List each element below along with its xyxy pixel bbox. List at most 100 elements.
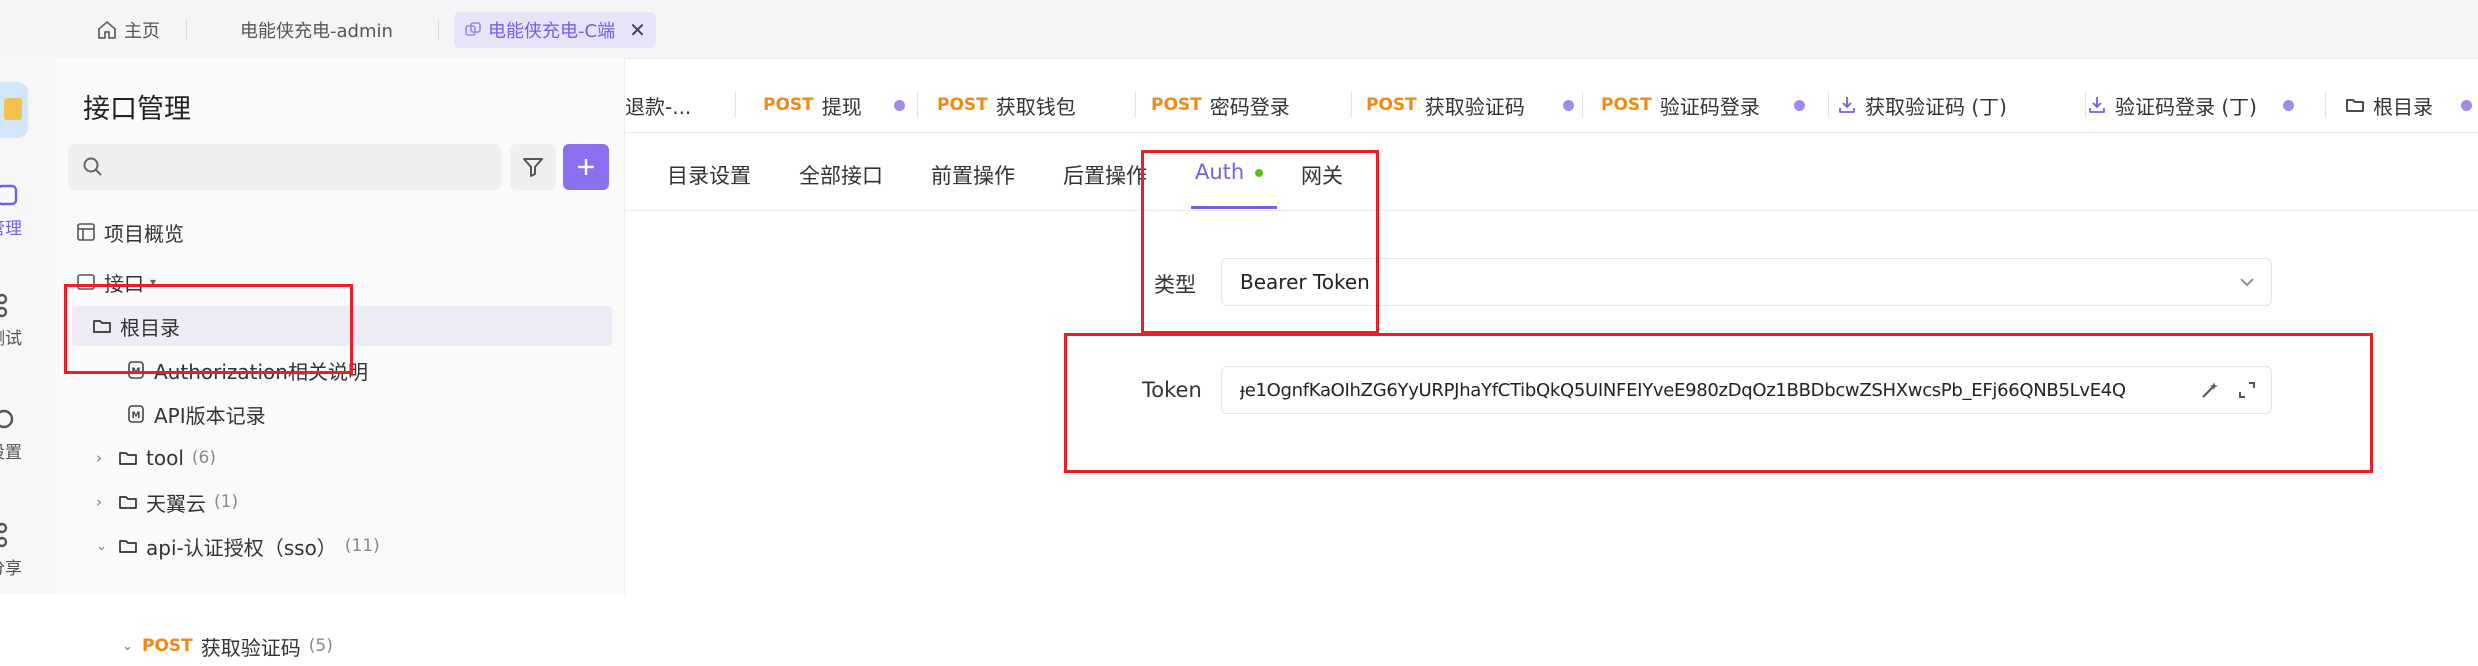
tab-dir-settings[interactable]: 目录设置 bbox=[667, 160, 751, 190]
sidebar-item-api-version[interactable]: M API版本记录 bbox=[56, 394, 624, 434]
sidebar-item-sso[interactable]: ⌄ api-认证授权（sso） (11) bbox=[56, 526, 624, 566]
sidebar-item-overview[interactable]: 项目概览 bbox=[56, 212, 624, 252]
request-tab-label: 退款-... bbox=[625, 94, 692, 119]
method-badge: POST bbox=[763, 95, 814, 115]
sidebar-item-label: api-认证授权（sso） bbox=[146, 535, 337, 560]
tab-post-ops[interactable]: 后置操作 bbox=[1063, 160, 1147, 190]
highlight-box bbox=[1064, 333, 2373, 473]
request-tab[interactable]: POST 获取钱包 bbox=[937, 78, 1076, 132]
method-badge: POST bbox=[1366, 95, 1417, 115]
request-tab[interactable]: 退款-... bbox=[625, 78, 691, 132]
item-count: (5) bbox=[308, 636, 333, 656]
method-badge: POST bbox=[1601, 95, 1652, 115]
sidebar-item-label: API版本记录 bbox=[154, 403, 266, 428]
request-tab-label: 验证码登录 (丁) bbox=[2115, 94, 2257, 119]
rail-item-share[interactable]: 分享 bbox=[0, 520, 56, 579]
folder-icon bbox=[2346, 99, 2364, 112]
chevron-down-icon[interactable]: ⌄ bbox=[96, 539, 118, 554]
divider bbox=[2085, 92, 2086, 118]
search-field[interactable] bbox=[114, 152, 488, 182]
request-tab[interactable]: POST 提现 bbox=[763, 78, 905, 132]
close-icon[interactable]: ✕ bbox=[629, 18, 646, 42]
plus-icon bbox=[578, 159, 594, 175]
request-tab-label: 获取钱包 bbox=[995, 94, 1076, 119]
request-tab[interactable]: POST 获取验证码 bbox=[1366, 78, 1574, 132]
item-count: (11) bbox=[344, 536, 380, 556]
link-icon bbox=[465, 22, 481, 36]
svg-text:M: M bbox=[132, 411, 141, 421]
flow-icon bbox=[0, 293, 8, 318]
chevron-right-icon[interactable]: › bbox=[96, 493, 118, 511]
sidebar-item-sso-child[interactable]: ⌄ POST 获取验证码 (5) bbox=[56, 626, 624, 666]
api-icon bbox=[0, 184, 18, 206]
rail-item-manage[interactable]: 管理 bbox=[0, 180, 56, 239]
request-tab-label: 密码登录 bbox=[1209, 94, 1290, 119]
request-tab-label: 验证码登录 bbox=[1659, 94, 1760, 119]
divider bbox=[1351, 92, 1352, 118]
rail-item-label: 分享 bbox=[0, 559, 22, 579]
unsaved-dot-icon bbox=[893, 99, 905, 111]
divider bbox=[917, 92, 918, 118]
import-icon bbox=[1839, 97, 1855, 113]
request-tab-label: 根目录 bbox=[2373, 94, 2433, 119]
window-tab-bar: 主页 电能侠充电-admin 电能侠充电-C端 ✕ bbox=[0, 0, 2478, 59]
rail-item-label: 设置 bbox=[0, 443, 22, 463]
divider bbox=[2325, 92, 2326, 118]
chevron-down-icon bbox=[2240, 278, 2254, 287]
folder-open-icon bbox=[119, 540, 137, 553]
item-count: (6) bbox=[191, 448, 216, 468]
nav-rail: 管理 测试 设置 分享 bbox=[0, 58, 57, 594]
request-tab[interactable]: 验证码登录 (丁) bbox=[2087, 78, 2294, 132]
search-input[interactable] bbox=[68, 144, 501, 190]
request-tab-active[interactable]: 根目录 bbox=[2335, 78, 2478, 132]
request-tab-label: 获取验证码 (丁) bbox=[1865, 94, 2007, 119]
tab-pre-ops[interactable]: 前置操作 bbox=[931, 160, 1015, 190]
app-logo bbox=[0, 82, 28, 138]
sidebar-item-label: tool bbox=[146, 446, 184, 470]
import-icon bbox=[2089, 97, 2105, 113]
settings-icon bbox=[0, 409, 14, 429]
folder-icon bbox=[119, 452, 137, 465]
highlight-box bbox=[1141, 150, 1379, 334]
request-tab[interactable]: POST 密码登录 bbox=[1151, 78, 1290, 132]
tab-admin[interactable]: 电能侠充电-admin bbox=[240, 12, 393, 48]
highlight-box bbox=[64, 284, 353, 374]
rail-item-label: 测试 bbox=[0, 329, 22, 349]
request-tab-label: 获取验证码 bbox=[1424, 94, 1525, 119]
home-icon bbox=[98, 21, 116, 39]
chevron-down-icon[interactable]: ⌄ bbox=[122, 639, 142, 654]
unsaved-dot-icon bbox=[1793, 99, 1805, 111]
tab-client-label: 电能侠充电-C端 bbox=[488, 21, 616, 42]
method-badge: POST bbox=[1151, 95, 1202, 115]
add-button[interactable] bbox=[563, 144, 609, 190]
filter-button[interactable] bbox=[510, 144, 556, 190]
tab-client[interactable]: 电能侠充电-C端 ✕ bbox=[454, 12, 656, 48]
sidebar-item-label: 天翼云 bbox=[146, 491, 206, 516]
item-count: (1) bbox=[214, 492, 239, 512]
folder-icon bbox=[119, 496, 137, 509]
request-tab[interactable]: 获取验证码 (丁) bbox=[1837, 78, 2007, 132]
sidebar-title: 接口管理 bbox=[83, 94, 191, 125]
rail-item-label: 管理 bbox=[0, 219, 22, 239]
filter-icon bbox=[523, 158, 543, 177]
layout-icon bbox=[77, 223, 95, 241]
sidebar-item-tool[interactable]: › tool (6) bbox=[56, 438, 624, 478]
request-tab[interactable]: POST 验证码登录 bbox=[1601, 78, 1805, 132]
unsaved-dot-icon bbox=[2282, 99, 2294, 111]
tab-home[interactable]: 主页 bbox=[96, 12, 160, 48]
method-badge: POST bbox=[937, 95, 988, 115]
rail-item-test[interactable]: 测试 bbox=[0, 290, 56, 349]
divider bbox=[1135, 92, 1136, 118]
share-icon bbox=[0, 522, 8, 548]
rail-item-settings[interactable]: 设置 bbox=[0, 404, 56, 463]
sidebar-item-tianyi[interactable]: › 天翼云 (1) bbox=[56, 482, 624, 522]
tab-home-label: 主页 bbox=[124, 21, 160, 42]
unsaved-dot-icon bbox=[2461, 99, 2472, 111]
tab-all-interfaces[interactable]: 全部接口 bbox=[799, 160, 883, 190]
folder-settings-tabs: 目录设置 全部接口 前置操作 后置操作 Auth 网关 bbox=[625, 132, 2478, 211]
markdown-icon: M bbox=[128, 405, 144, 423]
method-badge: POST bbox=[142, 636, 193, 656]
divider bbox=[438, 20, 439, 40]
divider bbox=[735, 92, 736, 118]
chevron-right-icon[interactable]: › bbox=[96, 449, 118, 467]
